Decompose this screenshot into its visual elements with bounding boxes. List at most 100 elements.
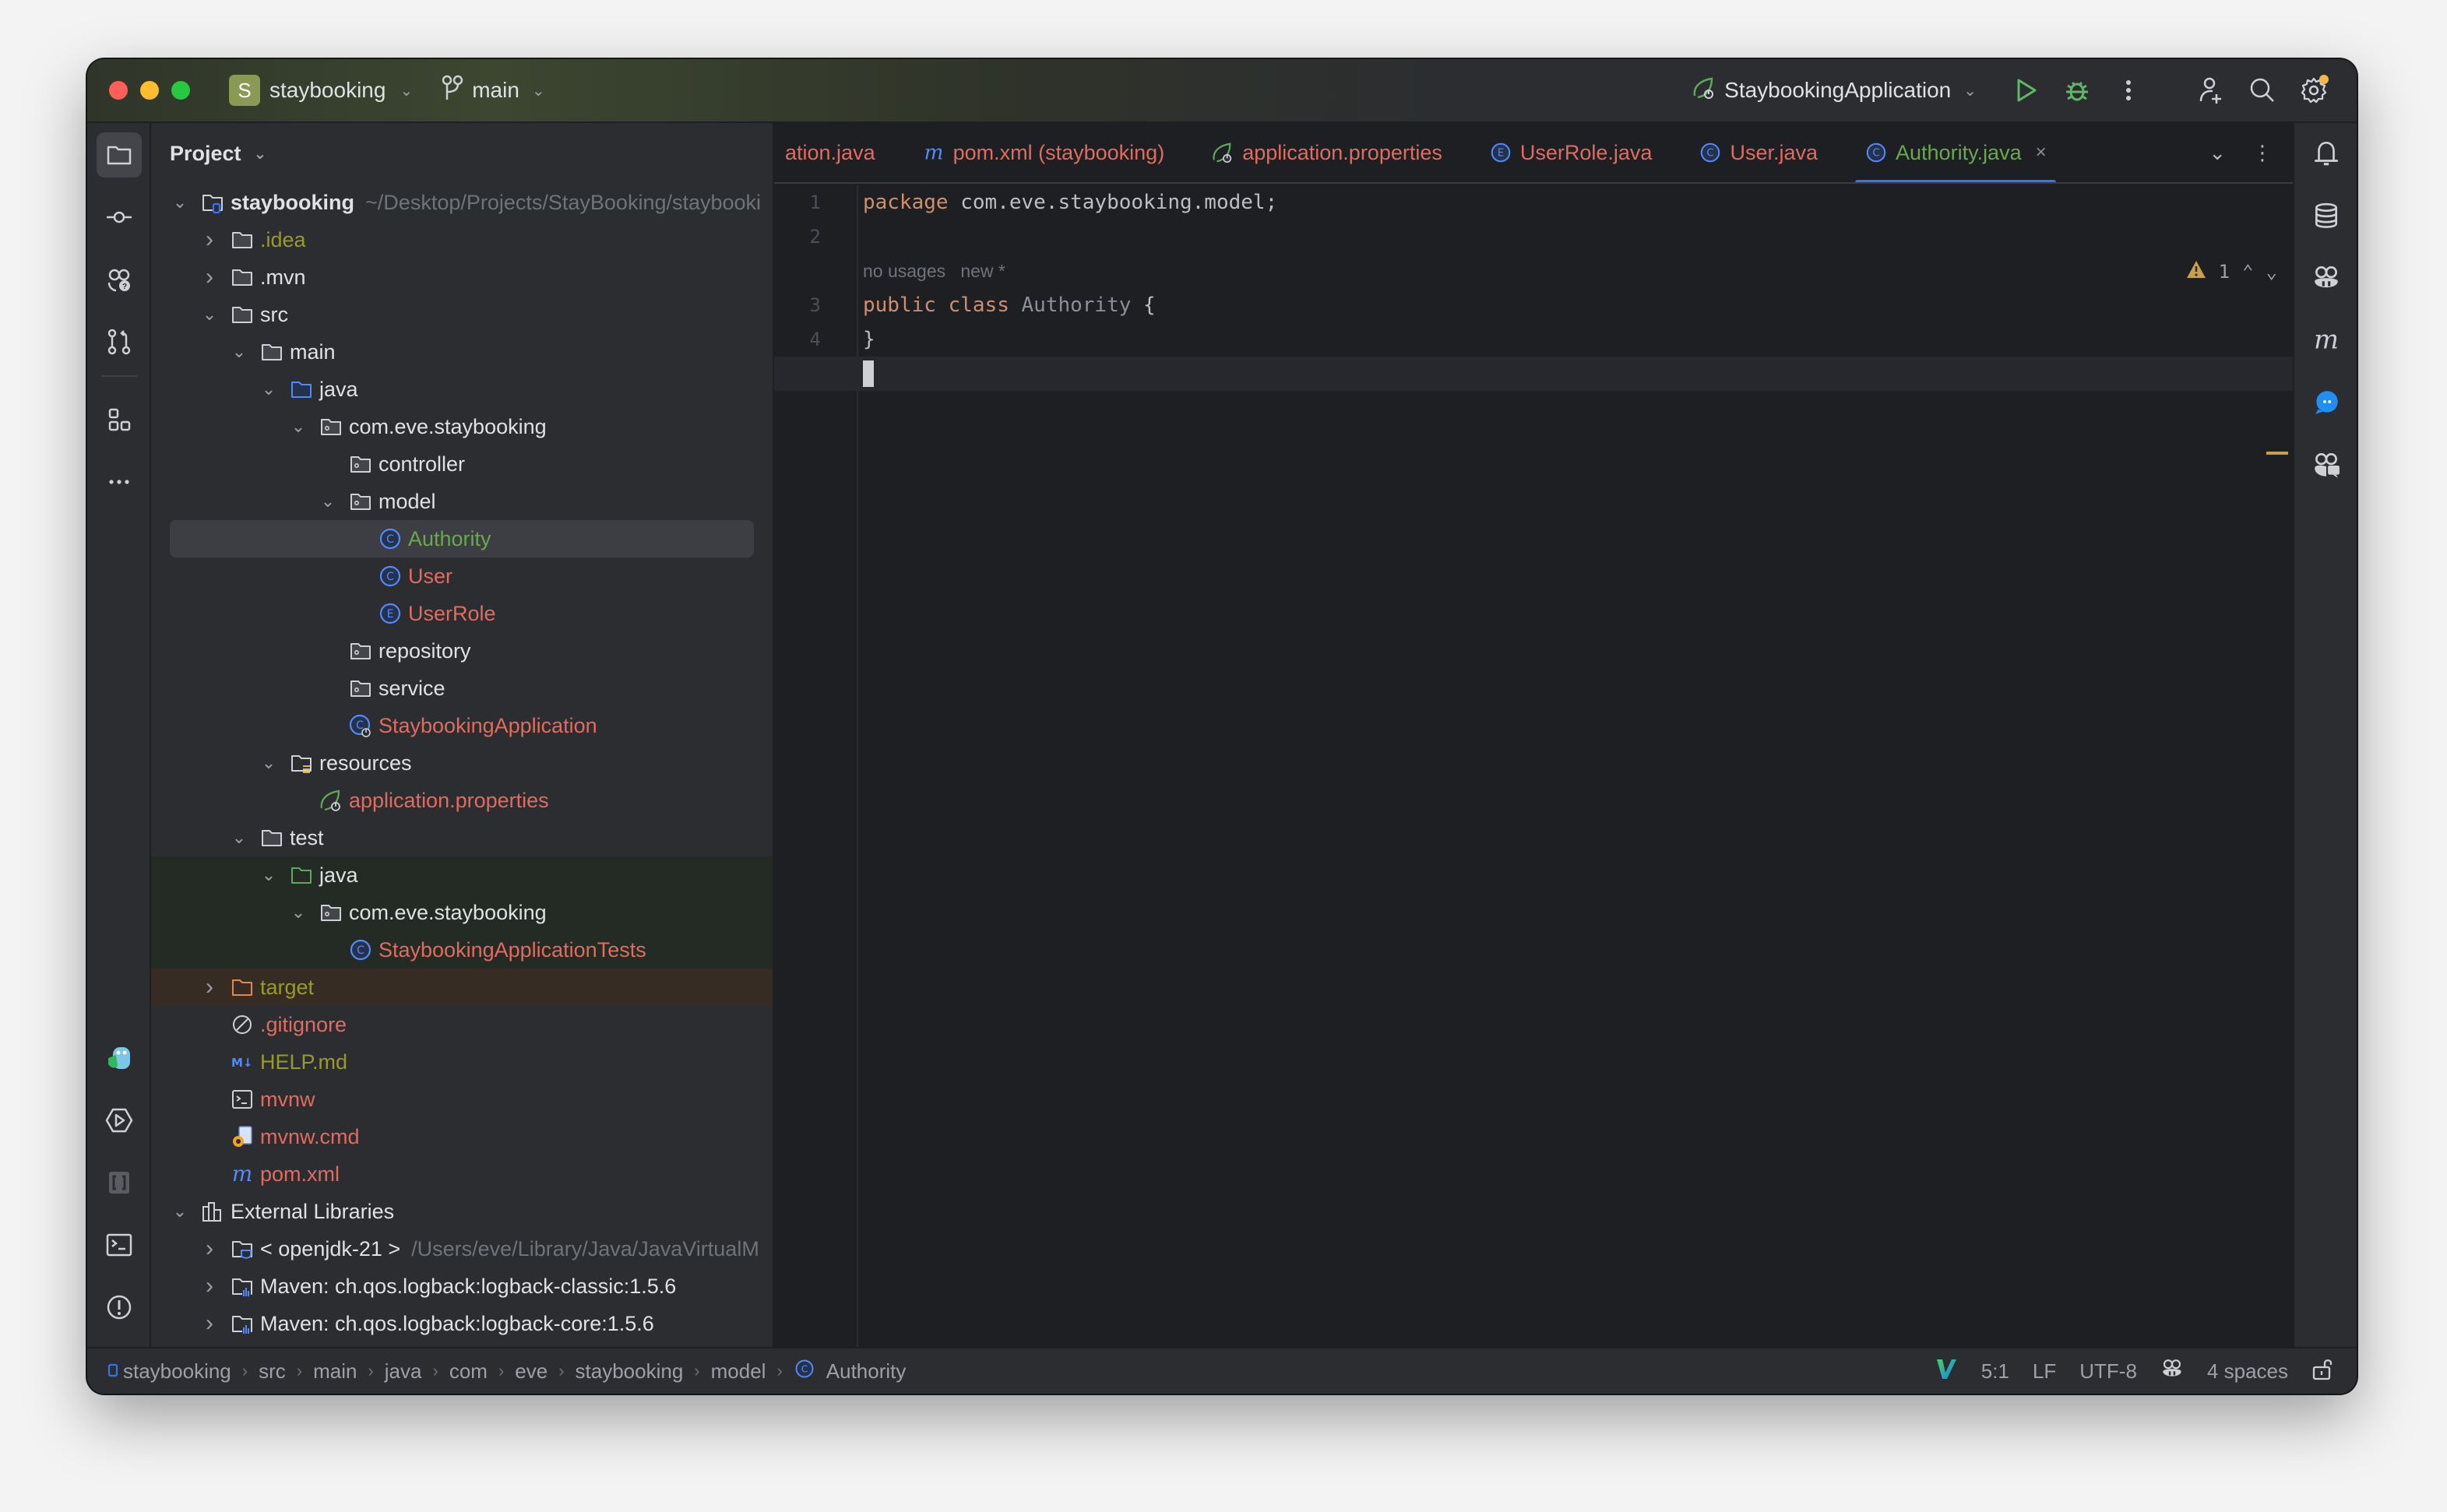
- tree-item[interactable]: ⌄ staybooking ~/Desktop/Projects/StayBooki…: [151, 184, 773, 221]
- editor-tab[interactable]: ation.java: [774, 123, 899, 182]
- json-tool-button[interactable]: [97, 1160, 142, 1205]
- inspection-widget[interactable]: 1 ⌃ ⌄: [2186, 260, 2277, 283]
- settings-button[interactable]: [2288, 67, 2340, 114]
- tree-item[interactable]: ⌄ main: [151, 333, 773, 371]
- project-tool-button[interactable]: [97, 132, 142, 178]
- expand-chevron-icon[interactable]: ›: [199, 1310, 220, 1337]
- breadcrumb-item[interactable]: eve: [515, 1359, 547, 1384]
- tree-item[interactable]: ⌄ test: [151, 819, 773, 856]
- tree-item[interactable]: ⌄ com.eve.staybooking: [151, 408, 773, 445]
- tree-item[interactable]: ⌄ resources: [151, 744, 773, 782]
- close-tab-icon[interactable]: ×: [2036, 142, 2047, 164]
- pull-requests-tool-button[interactable]: [97, 319, 142, 364]
- run-button[interactable]: [2000, 67, 2051, 114]
- tree-item[interactable]: C StaybookingApplicationTests: [151, 931, 773, 969]
- tree-item[interactable]: .gitignore: [151, 1006, 773, 1043]
- branch-switcher[interactable]: main ⌄: [441, 75, 545, 107]
- tree-item[interactable]: ⌄ External Libraries: [151, 1193, 773, 1230]
- editor-tab[interactable]: C Authority.java ×: [1841, 123, 2070, 182]
- usages-hint[interactable]: no usages: [863, 261, 945, 282]
- more-tool-windows-button[interactable]: [97, 459, 142, 505]
- editor-tab[interactable]: application.properties: [1188, 123, 1466, 182]
- tree-item[interactable]: mvnw: [151, 1081, 773, 1118]
- breadcrumb-item[interactable]: main: [313, 1359, 357, 1384]
- breadcrumb-item[interactable]: staybooking: [576, 1359, 684, 1384]
- read-only-toggle-icon[interactable]: [2311, 1357, 2333, 1386]
- breadcrumb-item[interactable]: Authority: [826, 1359, 907, 1384]
- collapse-chevron-icon[interactable]: ⌄: [288, 902, 308, 923]
- tree-item[interactable]: ⌄ java: [151, 371, 773, 408]
- breadcrumb-item[interactable]: staybooking: [123, 1359, 231, 1384]
- breadcrumb-item[interactable]: src: [259, 1359, 286, 1384]
- collapse-chevron-icon[interactable]: ⌄: [318, 491, 338, 512]
- vim-plugin-icon[interactable]: [1935, 1357, 1958, 1386]
- collapse-chevron-icon[interactable]: ⌄: [199, 304, 220, 325]
- services-tool-button[interactable]: [97, 1098, 142, 1143]
- structure-tool-button[interactable]: [97, 397, 142, 442]
- tree-item[interactable]: › target: [151, 969, 773, 1006]
- tree-item[interactable]: ⌄ src: [151, 296, 773, 333]
- expand-chevron-icon[interactable]: ›: [199, 264, 220, 290]
- collapse-chevron-icon[interactable]: ⌄: [288, 417, 308, 437]
- commit-tool-button[interactable]: [97, 195, 142, 240]
- tree-item[interactable]: › Maven: ch.qos.logback:logback-classic:1…: [151, 1268, 773, 1305]
- tree-item[interactable]: repository: [151, 632, 773, 670]
- code-with-me-button[interactable]: [2185, 67, 2237, 114]
- maximize-window-button[interactable]: [171, 81, 190, 100]
- project-switcher[interactable]: S staybooking ⌄: [229, 75, 413, 106]
- tree-item[interactable]: C Authority: [151, 520, 773, 557]
- expand-chevron-icon[interactable]: ›: [199, 1273, 220, 1299]
- tree-item[interactable]: › .idea: [151, 221, 773, 258]
- recent-tabs-chevron-icon[interactable]: ⌄: [2209, 141, 2226, 165]
- debug-button[interactable]: [2051, 67, 2103, 114]
- tree-item[interactable]: controller: [151, 445, 773, 483]
- tree-item[interactable]: ⌄ model: [151, 483, 773, 520]
- tree-item[interactable]: › Maven: ch.qos.logback:logback-core:1.5.…: [151, 1305, 773, 1342]
- collapse-chevron-icon[interactable]: ⌄: [259, 379, 279, 399]
- expand-chevron-icon[interactable]: ›: [199, 227, 220, 253]
- ai-assistant-tool-button[interactable]: ?: [97, 257, 142, 302]
- breadcrumb-item[interactable]: model: [711, 1359, 766, 1384]
- terminal-tool-button[interactable]: [97, 1222, 142, 1268]
- tree-item[interactable]: C StaybookingApplication: [151, 707, 773, 744]
- copilot-chat-button[interactable]: [2305, 444, 2347, 486]
- editor-tab[interactable]: C User.java: [1675, 123, 1841, 182]
- breadcrumb-item[interactable]: com: [449, 1359, 488, 1384]
- expand-chevron-icon[interactable]: ›: [199, 974, 220, 1000]
- minimize-window-button[interactable]: [140, 81, 159, 100]
- gopher-plugin-tool-button[interactable]: [97, 1036, 142, 1081]
- indent-setting[interactable]: 4 spaces: [2207, 1359, 2288, 1384]
- tree-item[interactable]: mvnw.cmd: [151, 1118, 773, 1155]
- maven-button[interactable]: m: [2305, 319, 2347, 361]
- database-button[interactable]: [2305, 195, 2347, 237]
- breadcrumb-item[interactable]: java: [385, 1359, 422, 1384]
- tab-actions-menu-icon[interactable]: ⋮: [2252, 141, 2273, 165]
- collapse-chevron-icon[interactable]: ⌄: [170, 192, 190, 213]
- scrollbar-warning-marker[interactable]: [2266, 452, 2288, 455]
- code-editor[interactable]: package com.eve.staybooking.model; no us…: [774, 185, 2293, 1347]
- close-window-button[interactable]: [109, 81, 128, 100]
- collapse-chevron-icon[interactable]: ⌄: [229, 342, 249, 362]
- tree-item[interactable]: m pom.xml: [151, 1155, 773, 1193]
- tree-item[interactable]: C User: [151, 557, 773, 595]
- tree-item[interactable]: ⌄ com.eve.staybooking: [151, 894, 773, 931]
- tree-item[interactable]: M↓ HELP.md: [151, 1043, 773, 1081]
- next-highlight-icon[interactable]: ⌄: [2266, 261, 2277, 283]
- chat-button[interactable]: [2305, 382, 2347, 424]
- tree-item[interactable]: › < openjdk-21 > /Users/eve/Library/Java/J…: [151, 1230, 773, 1268]
- copilot-button[interactable]: [2305, 257, 2347, 299]
- problems-tool-button[interactable]: [97, 1285, 142, 1330]
- notifications-button[interactable]: [2305, 132, 2347, 174]
- collapse-chevron-icon[interactable]: ⌄: [259, 865, 279, 885]
- caret-position[interactable]: 5:1: [1981, 1359, 2009, 1384]
- more-actions-button[interactable]: [2103, 67, 2154, 114]
- editor-tab[interactable]: m pom.xml (staybooking): [899, 123, 1188, 182]
- editor-tab[interactable]: E UserRole.java: [1466, 123, 1676, 182]
- tree-item[interactable]: application.properties: [151, 782, 773, 819]
- tree-item[interactable]: ⌄ java: [151, 856, 773, 894]
- run-configuration-selector[interactable]: StaybookingApplication ⌄: [1692, 76, 1977, 106]
- project-view-selector[interactable]: Project ⌄: [151, 123, 773, 184]
- tree-item[interactable]: E UserRole: [151, 595, 773, 632]
- line-separator[interactable]: LF: [2033, 1359, 2056, 1384]
- copilot-status-icon[interactable]: [2160, 1357, 2184, 1386]
